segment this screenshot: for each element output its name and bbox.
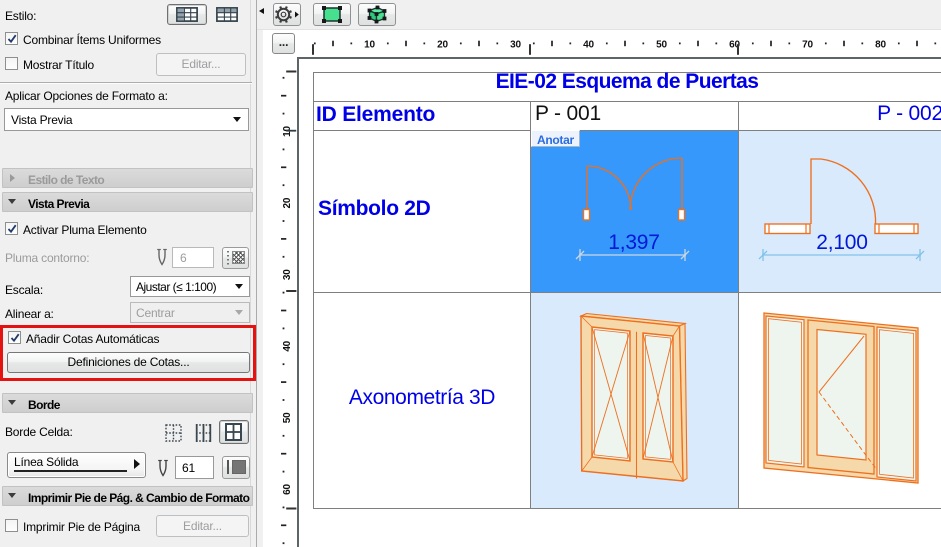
svg-text:80: 80 [875,40,886,51]
svg-text:40: 40 [583,40,594,51]
svg-text:10: 10 [364,40,375,51]
svg-text:30: 30 [282,269,293,280]
svg-text:70: 70 [802,40,813,51]
svg-text:20: 20 [437,40,448,51]
svg-text:40: 40 [282,340,293,351]
svg-text:30: 30 [510,40,521,51]
svg-text:50: 50 [282,412,293,423]
svg-text:20: 20 [282,197,293,208]
svg-text:50: 50 [656,40,667,51]
svg-text:60: 60 [282,484,293,495]
